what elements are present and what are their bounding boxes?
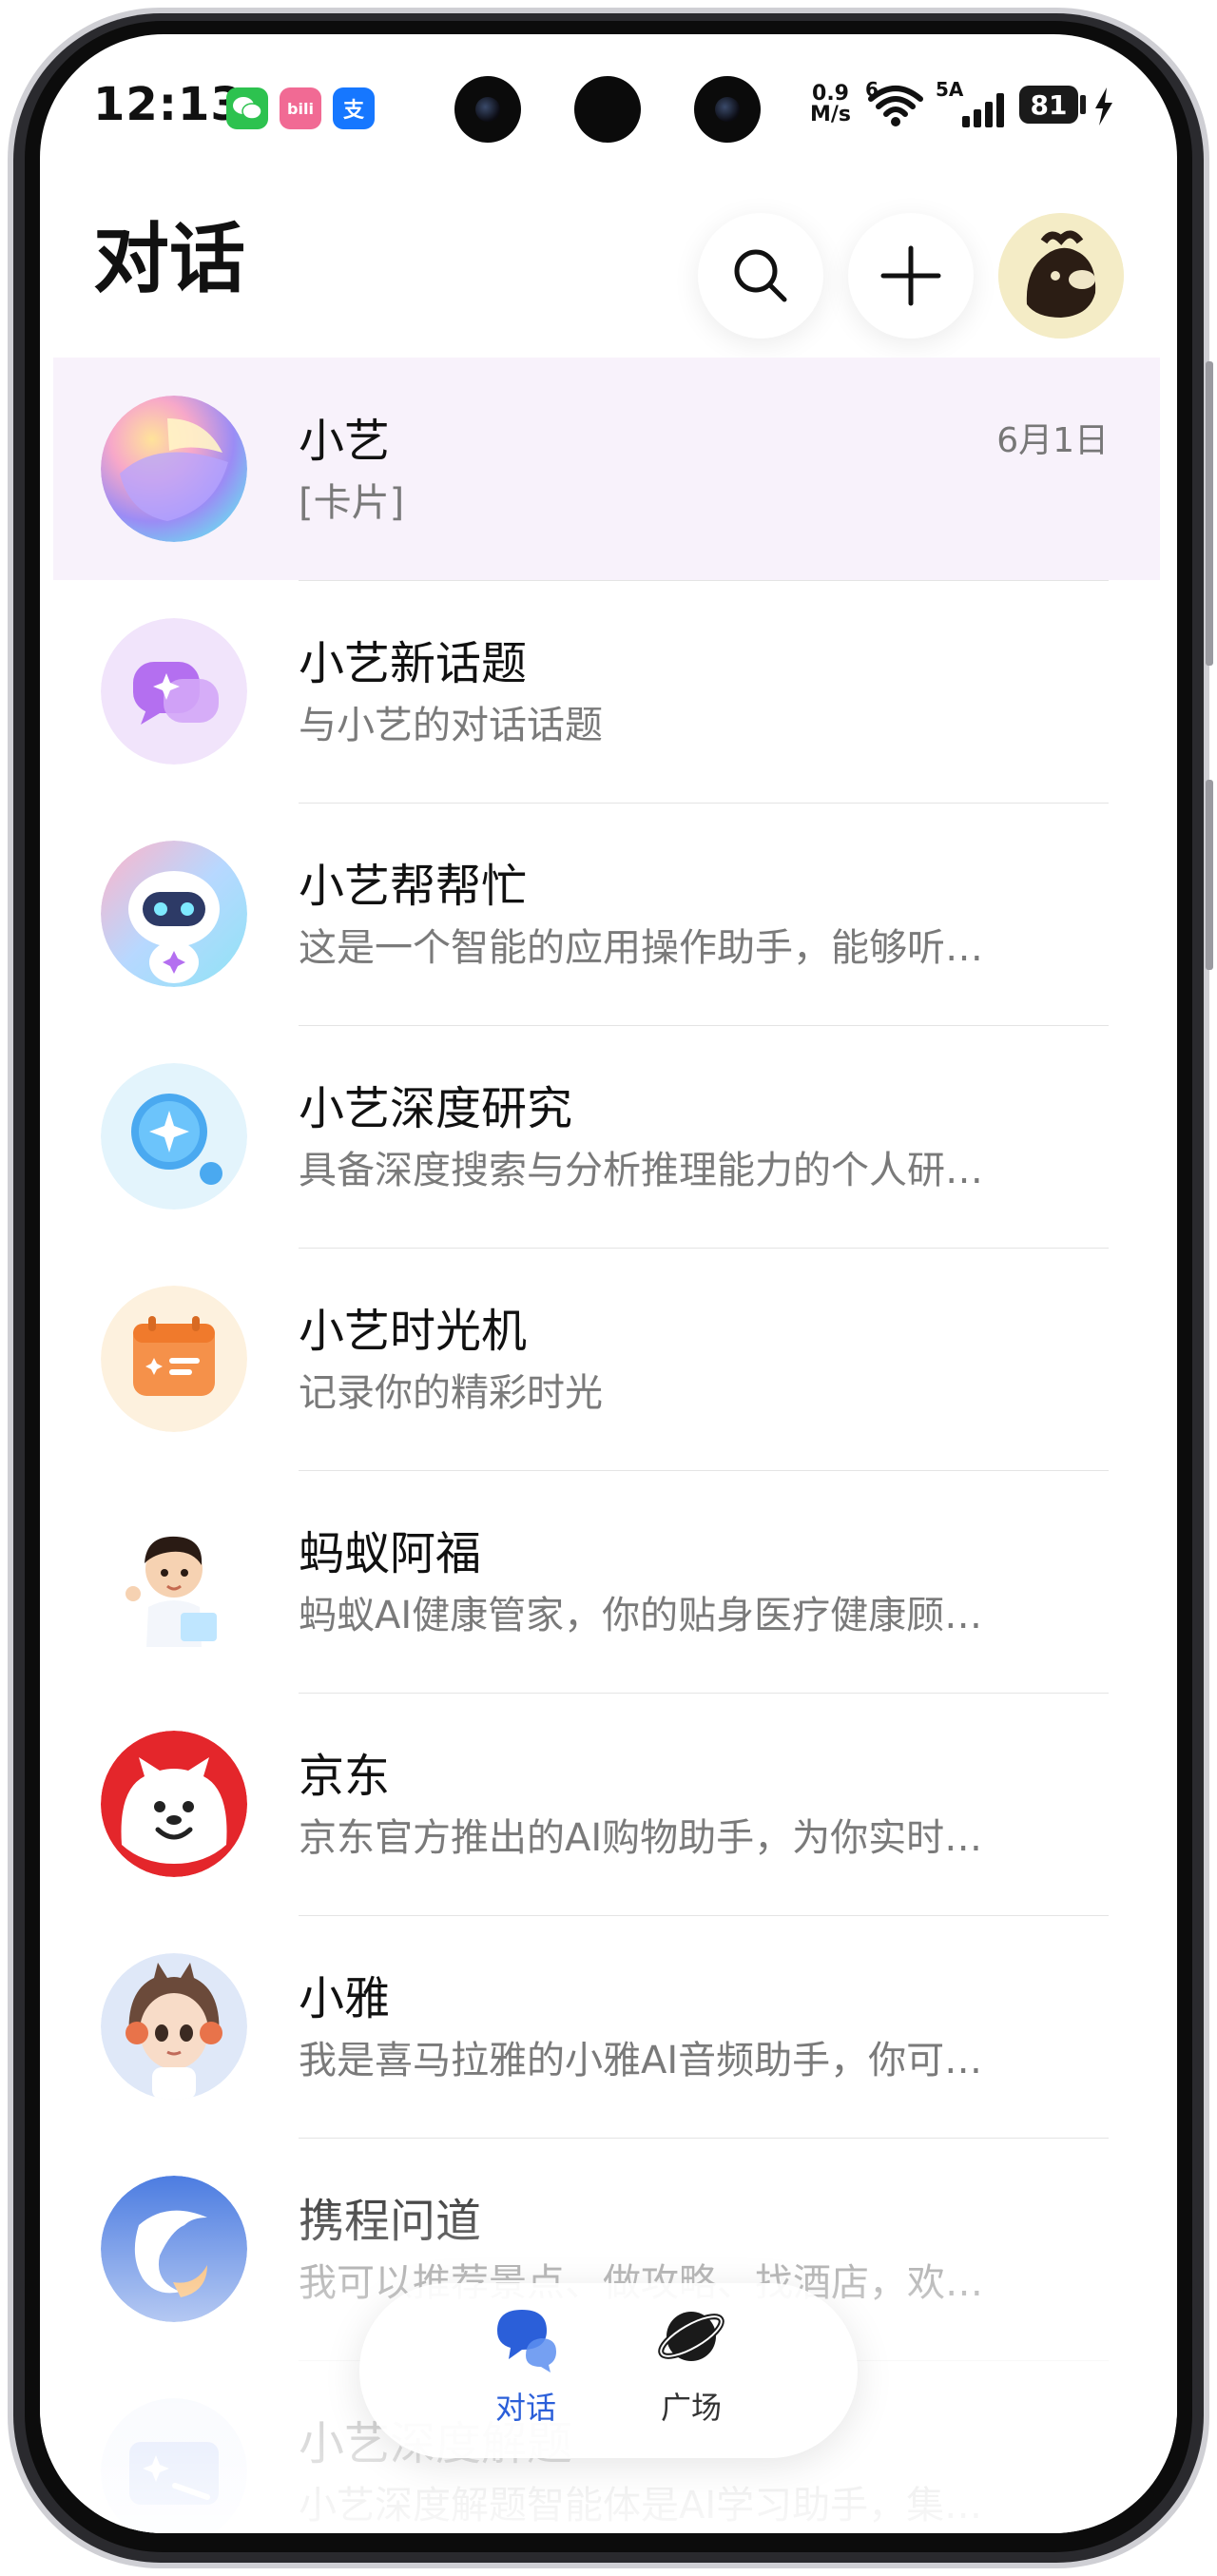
net-speed: 0.9 M/s bbox=[810, 82, 852, 126]
status-time: 12:13 bbox=[93, 78, 243, 131]
battery-level: 81 bbox=[1030, 88, 1068, 121]
chat-name: 小艺 bbox=[299, 415, 391, 468]
bilibili-icon: bili bbox=[280, 87, 321, 129]
chat-preview: 我是喜马拉雅的小雅AI音频助手，你可… bbox=[299, 2039, 983, 2082]
chat-item-xiaoyi[interactable]: 小艺 [卡片] 6月1日 bbox=[53, 358, 1160, 580]
chat-preview: 这是一个智能的应用操作助手，能够听… bbox=[299, 926, 983, 970]
problem-solving-icon bbox=[101, 2398, 247, 2533]
chat-name: 携程问道 bbox=[299, 2195, 482, 2248]
divider bbox=[299, 580, 1109, 581]
chat-preview: 蚂蚁AI健康管家，你的贴身医疗健康顾… bbox=[299, 1594, 983, 1637]
chat-preview: 具备深度搜索与分析推理能力的个人研… bbox=[299, 1149, 983, 1192]
calendar-icon bbox=[101, 1286, 247, 1432]
robot-icon bbox=[101, 841, 247, 987]
user-avatar[interactable] bbox=[998, 213, 1124, 339]
chat-bubble-sparkle-icon bbox=[101, 618, 247, 765]
divider bbox=[299, 1025, 1109, 1026]
chat-item-xiaoyi-help[interactable]: 小艺帮帮忙 这是一个智能的应用操作助手，能够听… bbox=[53, 803, 1160, 1025]
plus-icon bbox=[880, 245, 941, 306]
chat-name: 小艺新话题 bbox=[299, 637, 528, 690]
ctrip-dolphin-icon bbox=[101, 2176, 247, 2322]
chat-item-ant-afu[interactable]: 蚂蚁阿福 蚂蚁AI健康管家，你的贴身医疗健康顾… bbox=[53, 1470, 1160, 1693]
chat-name: 小艺深度研究 bbox=[299, 1082, 573, 1135]
xiaoyi-orb-icon bbox=[101, 396, 247, 542]
divider bbox=[299, 1915, 1109, 1916]
chat-preview: 京东官方推出的AI购物助手，为你实时… bbox=[299, 1816, 983, 1860]
chat-name: 京东 bbox=[299, 1750, 391, 1803]
chat-item-xiaoyi-new-topic[interactable]: 小艺新话题 与小艺的对话话题 bbox=[53, 580, 1160, 803]
divider bbox=[299, 2138, 1109, 2139]
screen: 12:13 bili 支 0.9 M/s 6 5A 81 对话 小艺 [卡片] … bbox=[40, 34, 1177, 2533]
wifi-tag: 6 bbox=[865, 78, 879, 101]
magnifier-sparkle-icon bbox=[101, 1063, 247, 1210]
tab-square-label: 广场 bbox=[660, 2390, 722, 2426]
page-title: 对话 bbox=[93, 215, 245, 303]
status-bar: 12:13 bili 支 0.9 M/s 6 5A 81 bbox=[40, 34, 1177, 148]
front-camera-left bbox=[454, 76, 521, 143]
chat-preview: [卡片] bbox=[299, 481, 405, 525]
divider bbox=[299, 1248, 1109, 1249]
chat-item-xiaoyi-time-machine[interactable]: 小艺时光机 记录你的精彩时光 bbox=[53, 1248, 1160, 1470]
charging-icon bbox=[1093, 87, 1114, 129]
chat-name: 小雅 bbox=[299, 1972, 391, 2025]
battery-tip bbox=[1080, 95, 1086, 114]
signal-icon bbox=[937, 93, 1008, 131]
divider bbox=[299, 1693, 1109, 1694]
doctor-avatar-icon bbox=[101, 1508, 247, 1655]
tab-square[interactable]: 广场 bbox=[610, 2298, 772, 2441]
chat-name: 小艺帮帮忙 bbox=[299, 860, 528, 913]
user-avatar-image bbox=[998, 213, 1124, 339]
front-camera-right bbox=[694, 76, 761, 143]
tab-chat[interactable]: 对话 bbox=[445, 2298, 607, 2441]
chat-date: 6月1日 bbox=[996, 421, 1109, 460]
chat-item-xiaoyi-deep-research[interactable]: 小艺深度研究 具备深度搜索与分析推理能力的个人研… bbox=[53, 1025, 1160, 1248]
search-button[interactable] bbox=[698, 213, 823, 339]
divider bbox=[299, 1470, 1109, 1471]
jd-dog-icon bbox=[101, 1731, 247, 1877]
chat-preview: 与小艺的对话话题 bbox=[299, 704, 603, 747]
phone-frame: 12:13 bili 支 0.9 M/s 6 5A 81 对话 小艺 [卡片] … bbox=[0, 0, 1217, 2576]
chat-item-jd[interactable]: 京东 京东官方推出的AI购物助手，为你实时… bbox=[53, 1693, 1160, 1915]
chat-item-xiaoya[interactable]: 小雅 我是喜马拉雅的小雅AI音频助手，你可… bbox=[53, 1915, 1160, 2138]
front-camera-center bbox=[574, 76, 641, 143]
chat-bubbles-icon bbox=[497, 2310, 556, 2373]
chat-name: 蚂蚁阿福 bbox=[299, 1527, 482, 1580]
chat-preview: 记录你的精彩时光 bbox=[299, 1371, 603, 1415]
search-icon bbox=[734, 249, 787, 302]
divider bbox=[299, 803, 1109, 804]
planet-icon bbox=[658, 2312, 724, 2361]
alipay-icon: 支 bbox=[333, 87, 375, 129]
chat-name: 小艺时光机 bbox=[299, 1305, 528, 1358]
battery-indicator: 81 bbox=[1019, 86, 1078, 124]
chat-preview: 小艺深度解题智能体是AI学习助手，集… bbox=[299, 2484, 983, 2528]
wechat-icon bbox=[226, 87, 268, 129]
bottom-nav: 对话 广场 bbox=[359, 2283, 858, 2458]
xiaoya-avatar-icon bbox=[101, 1953, 247, 2100]
tab-chat-label: 对话 bbox=[494, 2390, 556, 2426]
add-button[interactable] bbox=[848, 213, 974, 339]
